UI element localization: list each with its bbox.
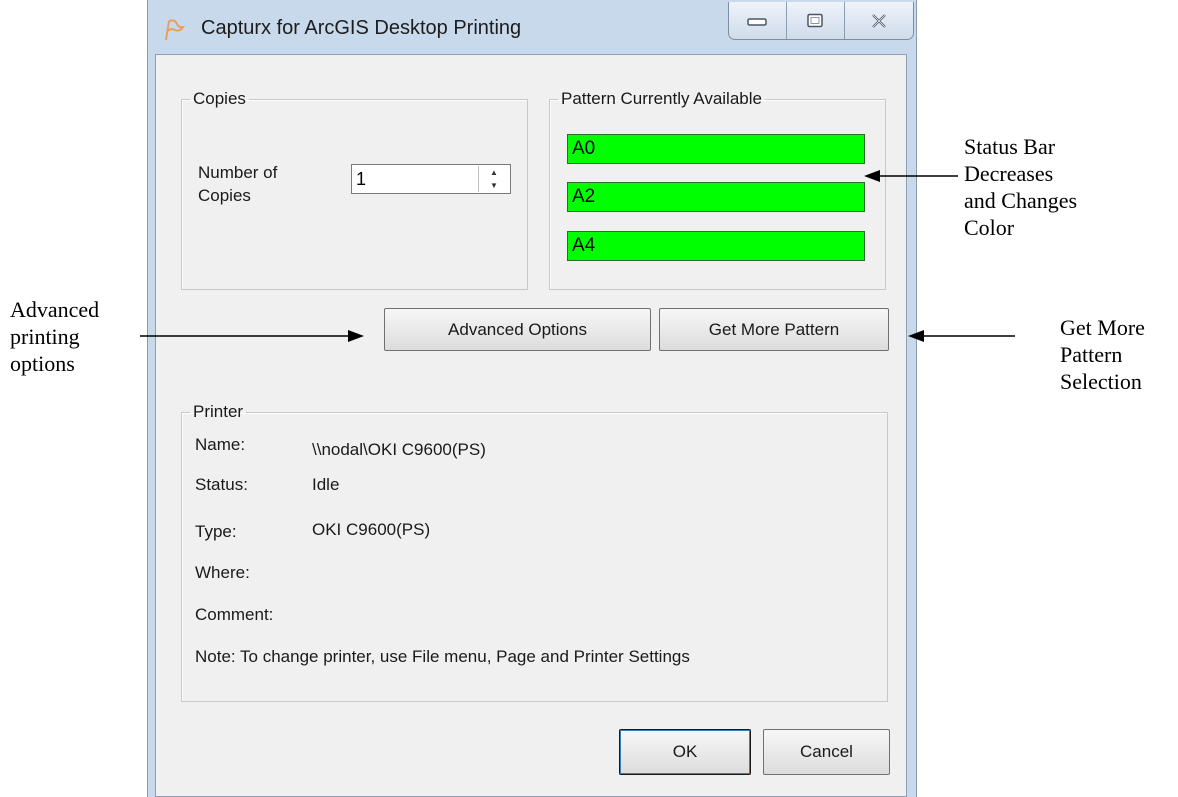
arrow-to-get-more-pattern: [908, 330, 1015, 342]
arrow-to-advanced-options: [140, 330, 364, 342]
arrow-to-status-bar: [864, 170, 958, 182]
annotation-arrows: [140, 170, 1015, 342]
